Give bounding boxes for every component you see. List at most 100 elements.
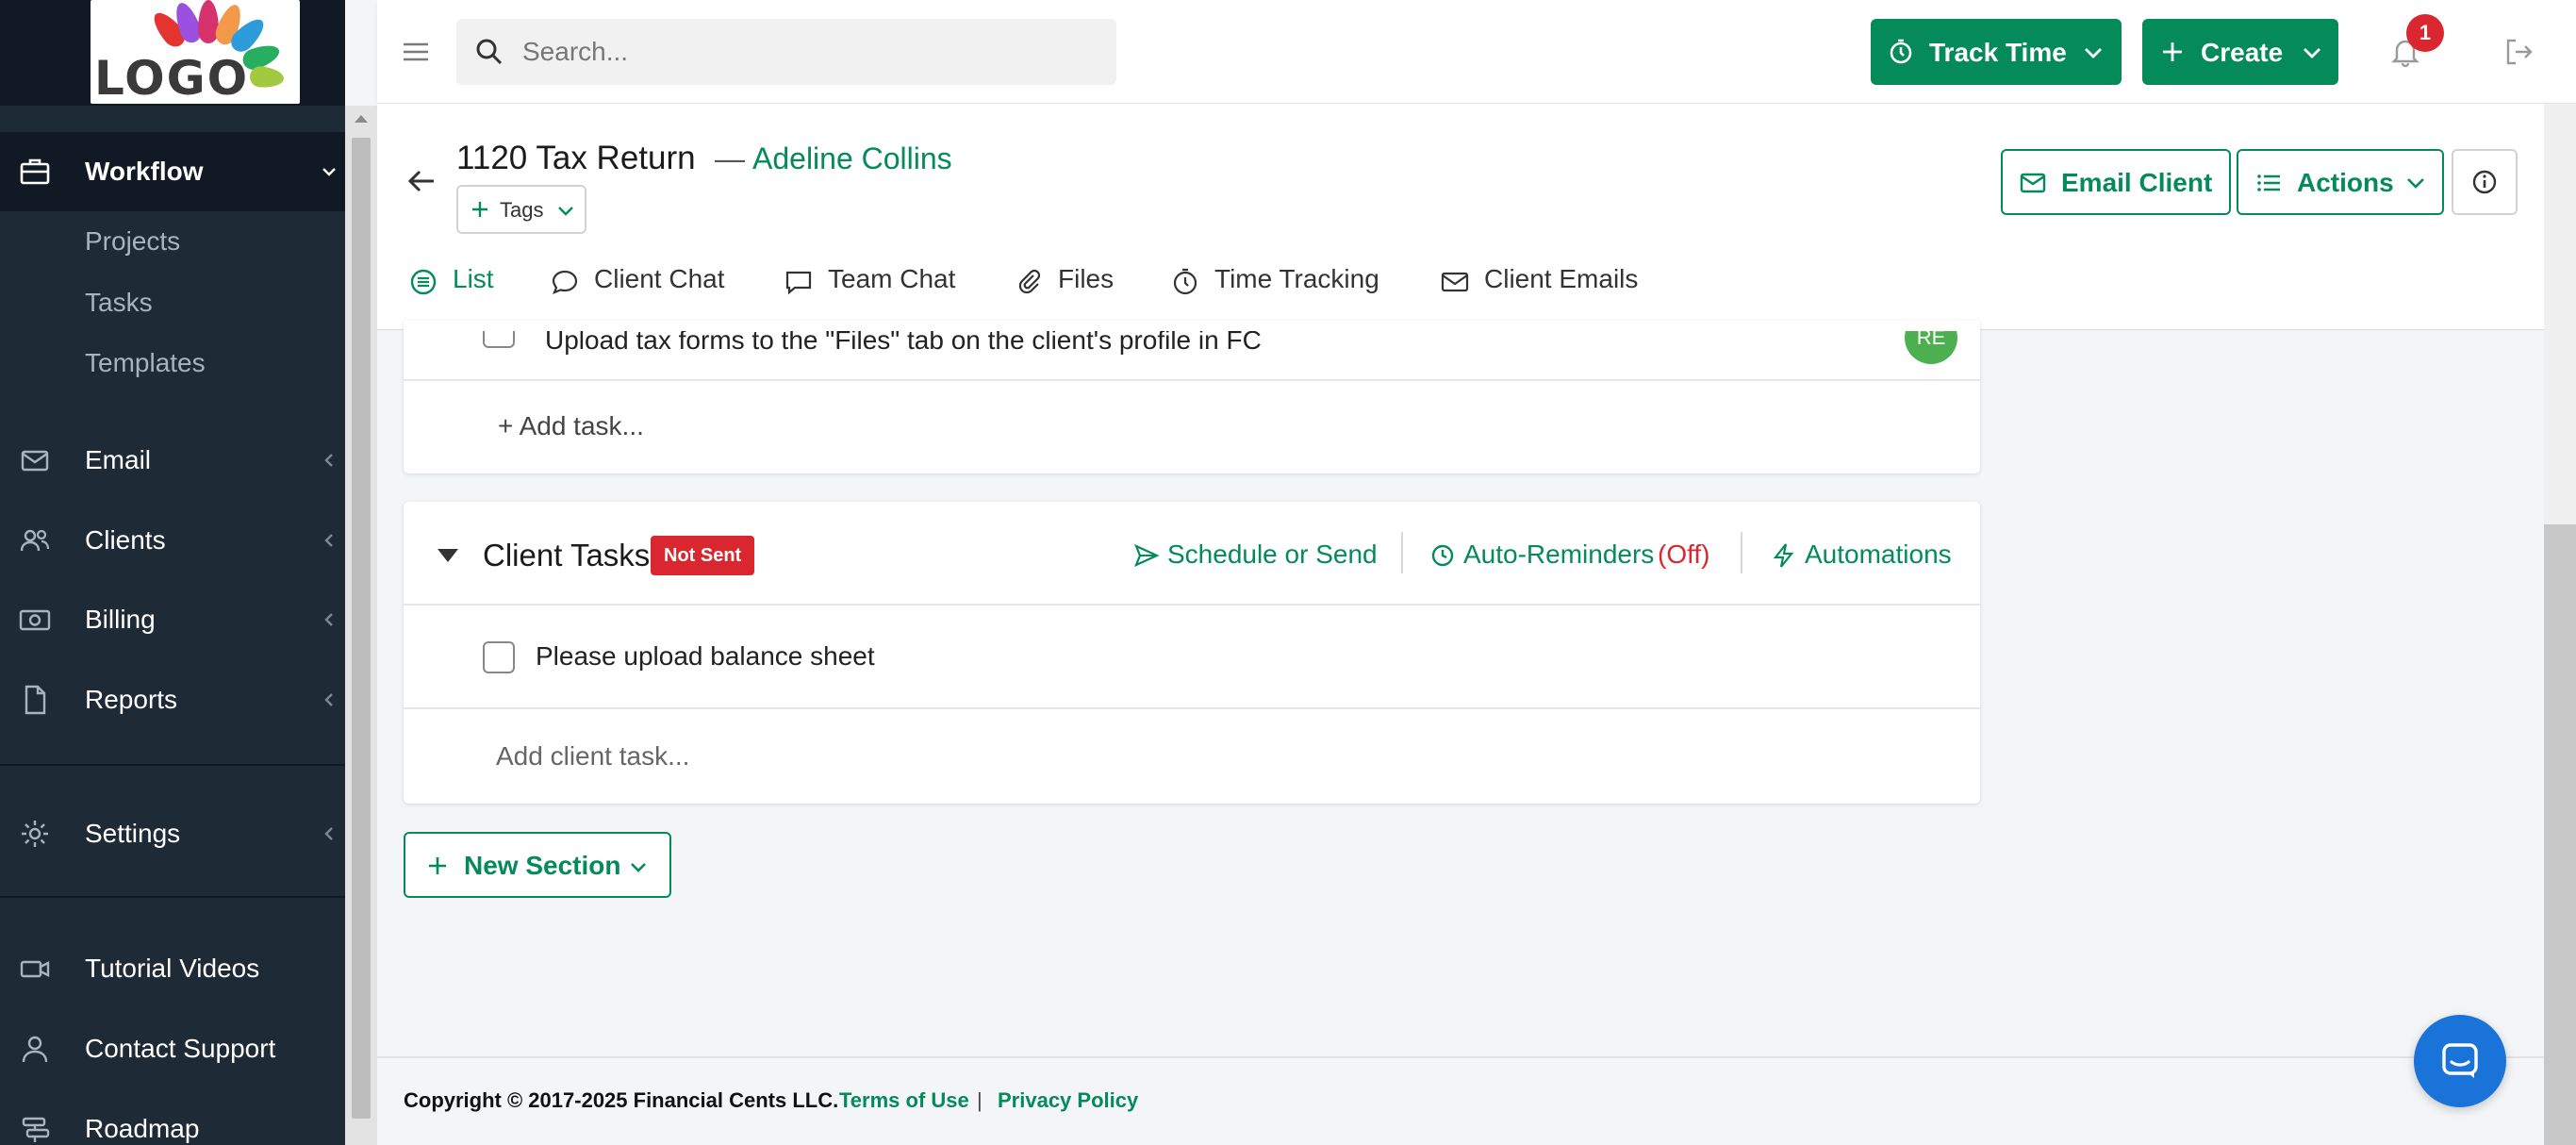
chevron-left-icon bbox=[324, 827, 333, 840]
sidebar-item-billing[interactable]: Billing bbox=[0, 580, 345, 659]
new-section-button[interactable]: New Section bbox=[404, 832, 671, 898]
chevron-down-icon bbox=[2407, 178, 2424, 189]
tab-label: Client Emails bbox=[1484, 264, 1639, 293]
gear-icon bbox=[22, 821, 48, 847]
chevron-left-icon bbox=[324, 534, 333, 547]
sidebar-item-tutorial-videos[interactable]: Tutorial Videos bbox=[0, 929, 345, 1008]
video-icon bbox=[20, 960, 50, 978]
title-separator: — bbox=[715, 141, 745, 175]
chevron-left-icon bbox=[324, 613, 333, 626]
hamburger-menu-icon[interactable] bbox=[400, 36, 432, 68]
collapse-caret-icon[interactable] bbox=[438, 549, 458, 562]
tab-client-chat[interactable]: Client Chat bbox=[551, 264, 739, 302]
support-chat-button[interactable] bbox=[2414, 1015, 2506, 1107]
content-scroll-thumb[interactable] bbox=[2544, 524, 2576, 1145]
project-header: 1120 Tax Return — Adeline Collins Tags E… bbox=[377, 104, 2544, 330]
top-bar: Track Time Create 1 bbox=[377, 0, 2576, 104]
auto-reminders-label: Auto-Reminders bbox=[1463, 539, 1655, 569]
back-arrow-icon[interactable] bbox=[405, 164, 439, 198]
chevron-down-icon bbox=[631, 863, 646, 872]
assignee-avatar-clip: RE bbox=[1895, 331, 1971, 369]
sidebar-item-roadmap[interactable]: Roadmap bbox=[0, 1089, 345, 1145]
chevron-down-icon bbox=[322, 168, 336, 176]
tab-label: List bbox=[453, 264, 494, 293]
sidebar-item-workflow[interactable]: Workflow bbox=[0, 132, 345, 211]
briefcase-icon bbox=[20, 158, 50, 185]
automations-label: Automations bbox=[1805, 539, 1952, 569]
tab-time-tracking[interactable]: Time Tracking bbox=[1171, 264, 1407, 302]
create-button[interactable]: Create bbox=[2142, 19, 2338, 85]
company-logo[interactable]: LOGO bbox=[91, 0, 300, 106]
stopwatch-icon bbox=[1173, 268, 1197, 295]
tab-list[interactable]: List bbox=[409, 264, 522, 302]
sidebar-item-clients[interactable]: Clients bbox=[0, 501, 345, 580]
email-client-label: Email Client bbox=[2061, 168, 2213, 197]
add-client-task-link[interactable]: Add client task... bbox=[496, 741, 689, 772]
tab-team-chat[interactable]: Team Chat bbox=[784, 264, 973, 302]
paperclip-icon bbox=[1018, 269, 1041, 294]
assignee-avatar[interactable]: RE bbox=[1905, 331, 1957, 364]
envelope-icon bbox=[1441, 272, 1469, 292]
track-time-label: Track Time bbox=[1929, 38, 2067, 67]
chat-bubble-icon bbox=[552, 270, 578, 294]
tab-label: Team Chat bbox=[828, 264, 956, 293]
row-divider bbox=[404, 707, 1980, 709]
sidebar-scroll-thumb[interactable] bbox=[352, 138, 371, 1119]
chevron-down-icon bbox=[558, 207, 573, 216]
sidebar-subitem-projects[interactable]: Projects bbox=[85, 226, 180, 257]
sidebar-item-contact-support[interactable]: Contact Support bbox=[0, 1009, 345, 1088]
action-separator bbox=[1401, 532, 1403, 573]
search-box[interactable] bbox=[456, 19, 1116, 85]
task-row: Upload tax forms to the "Files" tab on t… bbox=[404, 331, 1980, 369]
envelope-icon bbox=[2020, 173, 2046, 193]
search-input[interactable] bbox=[522, 30, 1088, 74]
sidebar-item-label: Clients bbox=[85, 525, 166, 555]
envelope-icon bbox=[21, 450, 49, 472]
sidebar-item-label: Billing bbox=[85, 605, 156, 634]
clock-icon bbox=[1431, 544, 1454, 567]
list-icon bbox=[2257, 174, 2280, 191]
sidebar-item-label: Roadmap bbox=[85, 1114, 200, 1143]
client-task-row: Please upload balance sheet bbox=[404, 606, 1980, 707]
plus-icon bbox=[429, 857, 446, 874]
logo-text: LOGO bbox=[94, 51, 250, 106]
privacy-policy-link[interactable]: Privacy Policy bbox=[998, 1088, 1138, 1113]
chevron-down-icon bbox=[2085, 48, 2102, 58]
plus-icon bbox=[472, 202, 487, 217]
tab-client-emails[interactable]: Client Emails bbox=[1441, 264, 1667, 302]
page-title: 1120 Tax Return bbox=[456, 140, 696, 176]
logout-icon[interactable] bbox=[2502, 36, 2535, 68]
track-time-button[interactable]: Track Time bbox=[1871, 19, 2122, 85]
sidebar-item-label: Settings bbox=[85, 819, 181, 848]
terms-of-use-link[interactable]: Terms of Use bbox=[839, 1088, 969, 1113]
actions-button[interactable]: Actions bbox=[2237, 149, 2444, 215]
chevron-left-icon bbox=[324, 454, 333, 467]
section-title: Client Tasks bbox=[483, 538, 651, 572]
sidebar-item-label: Email bbox=[85, 445, 152, 474]
sidebar-scrollbar[interactable] bbox=[345, 106, 377, 1145]
sidebar-item-reports[interactable]: Reports bbox=[0, 660, 345, 739]
task-checkbox[interactable] bbox=[483, 331, 515, 348]
tab-label: Files bbox=[1058, 264, 1115, 293]
tab-files[interactable]: Files bbox=[1015, 264, 1137, 302]
client-task-label: Please upload balance sheet bbox=[536, 641, 875, 671]
chevron-down-icon bbox=[2304, 48, 2320, 58]
document-icon bbox=[25, 685, 46, 715]
client-task-checkbox[interactable] bbox=[483, 641, 515, 673]
sidebar-item-settings[interactable]: Settings bbox=[0, 794, 345, 873]
sidebar-subitem-tasks[interactable]: Tasks bbox=[85, 288, 153, 318]
sidebar-item-label: Workflow bbox=[85, 157, 204, 186]
tags-button[interactable]: Tags bbox=[456, 185, 586, 234]
client-name-link[interactable]: Adeline Collins bbox=[752, 141, 952, 176]
sidebar-subitem-templates[interactable]: Templates bbox=[85, 348, 206, 378]
info-button[interactable] bbox=[2452, 149, 2518, 215]
auto-reminders-state: (Off) bbox=[1658, 539, 1710, 569]
sidebar-item-email[interactable]: Email bbox=[0, 421, 345, 500]
new-section-label: New Section bbox=[464, 851, 621, 880]
add-task-link[interactable]: + Add task... bbox=[498, 411, 644, 441]
status-badge: Not Sent bbox=[651, 536, 755, 575]
money-icon bbox=[19, 609, 51, 631]
scroll-up-icon[interactable] bbox=[355, 115, 368, 123]
email-client-button[interactable]: Email Client bbox=[2001, 149, 2231, 215]
list-icon bbox=[410, 269, 437, 295]
